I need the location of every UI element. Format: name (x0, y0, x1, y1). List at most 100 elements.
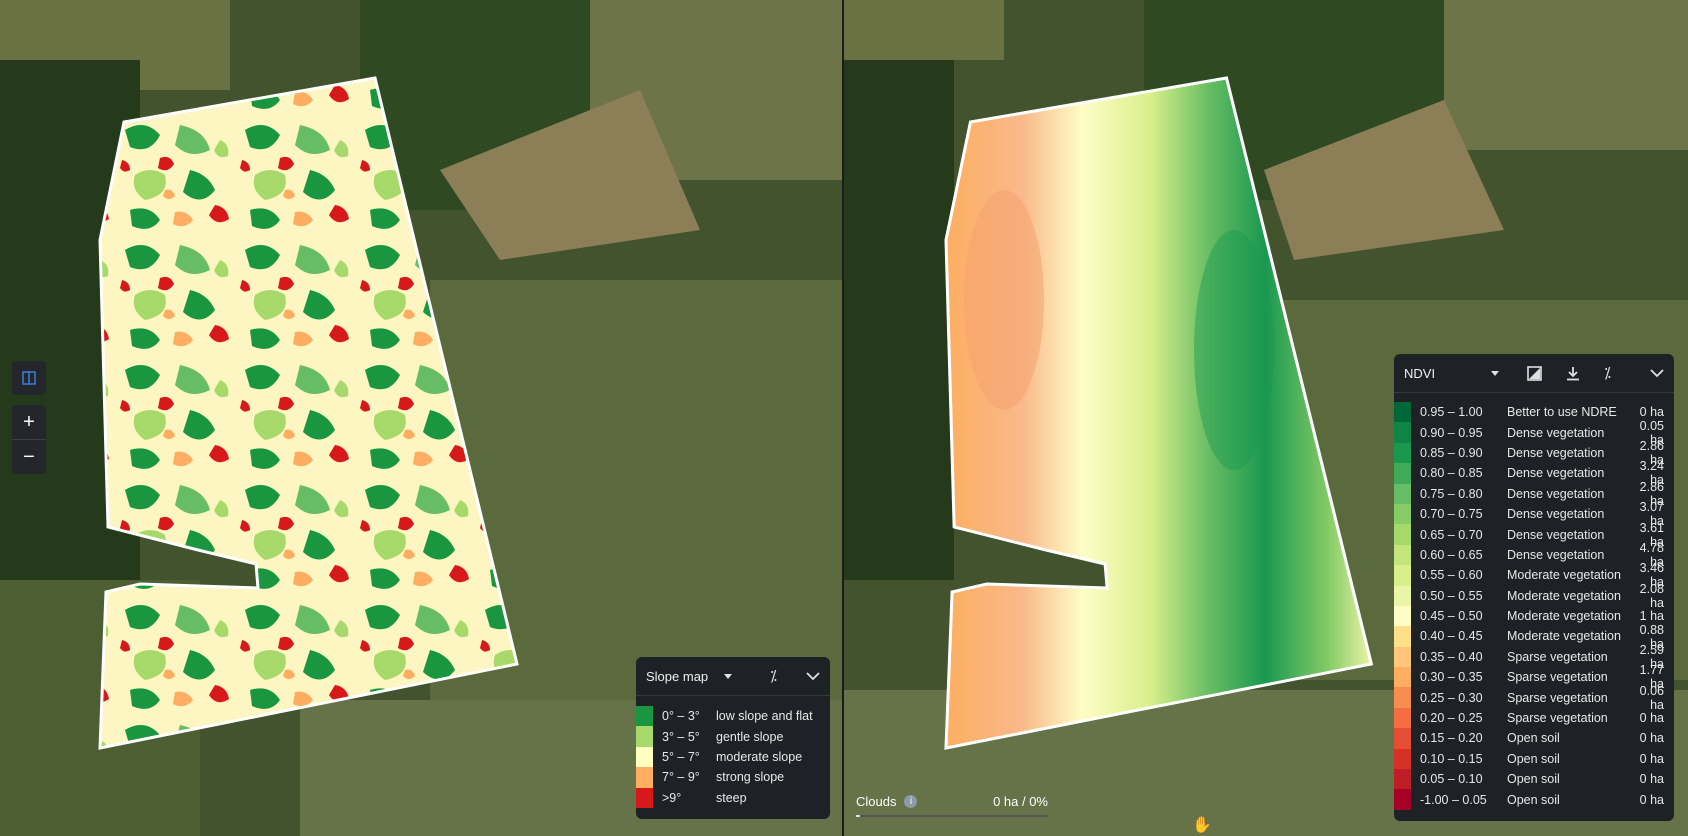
info-icon[interactable]: i (904, 795, 918, 808)
legend-label: gentle slope (716, 729, 784, 744)
legend-range: 0.65 – 0.70 (1420, 527, 1483, 542)
download-icon[interactable] (1566, 366, 1580, 381)
legend-range: -1.00 – 0.05 (1420, 792, 1487, 807)
legend-row: 0.25 – 0.30 Sparse vegetation 0.06 ha (1394, 684, 1674, 712)
legend-label: Moderate vegetation (1507, 588, 1621, 603)
legend-swatch (1394, 626, 1411, 647)
legend-swatch (1394, 769, 1411, 790)
legend-range: 0.15 – 0.20 (1420, 731, 1483, 746)
legend-row: 0.85 – 0.90 Dense vegetation 2.86 ha (1394, 439, 1674, 467)
legend-row: 0.90 – 0.95 Dense vegetation 0.05 ha (1394, 419, 1674, 447)
legend-row: 3° – 5° gentle slope (636, 726, 830, 747)
legend-row: 0.20 – 0.25 Sparse vegetation 0 ha (1394, 707, 1674, 729)
legend-range: 0.50 – 0.55 (1420, 588, 1483, 603)
clouds-filter[interactable]: Clouds i 0 ha / 0% (856, 794, 1048, 817)
legend-row: -1.00 – 0.05 Open soil 0 ha (1394, 789, 1674, 810)
legend-label: Dense vegetation (1507, 486, 1605, 501)
zoom-in-button[interactable]: + (12, 405, 46, 439)
collapse-chevron-icon[interactable] (1650, 368, 1664, 378)
legend-label: Sparse vegetation (1507, 690, 1608, 705)
legend-swatch (1394, 422, 1411, 443)
legend-label: steep (716, 790, 747, 805)
clouds-slider[interactable] (856, 815, 1048, 817)
legend-swatch (1394, 463, 1411, 484)
legend-swatch (1394, 402, 1411, 423)
legend-swatch (1394, 707, 1411, 729)
legend-swatch (1394, 789, 1411, 810)
legend-range: 5° – 7° (662, 749, 700, 764)
legend-label: Moderate vegetation (1507, 568, 1621, 583)
hand-cursor-icon: ✋ (1192, 817, 1212, 834)
legend-range: >9° (662, 790, 682, 805)
legend-label: strong slope (716, 770, 785, 785)
legend-label: Dense vegetation (1507, 527, 1605, 542)
legend-range: 0.90 – 0.95 (1420, 425, 1483, 440)
legend-label: Open soil (1507, 792, 1560, 807)
legend-label: Open soil (1507, 772, 1560, 787)
legend-range: 0.75 – 0.80 (1420, 486, 1483, 501)
legend-row: >9° steep (636, 787, 830, 808)
legend-range: 0.20 – 0.25 (1420, 711, 1483, 726)
legend-swatch (636, 726, 653, 747)
legend-swatch (636, 706, 653, 727)
legend-swatch (636, 746, 653, 768)
clouds-label: Clouds (856, 794, 897, 809)
clouds-value: 0 ha / 0% (993, 794, 1048, 809)
legend-range: 0.70 – 0.75 (1420, 507, 1483, 522)
legend-swatch (1394, 524, 1411, 545)
percent-icon[interactable]: ⁒ (770, 667, 777, 685)
legend-row: 0.45 – 0.50 Moderate vegetation 1 ha (1394, 605, 1674, 627)
legend-range: 0.45 – 0.50 (1420, 609, 1483, 624)
percent-icon[interactable]: ⁒ (1604, 364, 1611, 382)
legend-row: 0.35 – 0.40 Sparse vegetation 2.59 ha (1394, 643, 1674, 671)
legend-swatch (1394, 728, 1411, 749)
legend-swatch (1394, 483, 1411, 504)
ndvi-legend-panel: NDVI ⁒ 0.95 – 1.00 Better to use NDRE 0 ha… (1394, 354, 1674, 821)
legend-swatch (1394, 565, 1411, 586)
legend-row: 0.05 – 0.10 Open soil 0 ha (1394, 769, 1674, 790)
legend-area: 0 ha (1639, 751, 1664, 766)
legend-label: Better to use NDRE (1507, 405, 1617, 420)
zoom-out-button[interactable]: − (12, 439, 46, 474)
legend-range: 0.10 – 0.15 (1420, 751, 1483, 766)
split-view-icon[interactable] (12, 361, 46, 395)
legend-swatch (1394, 544, 1411, 566)
legend-label: Sparse vegetation (1507, 649, 1608, 664)
chevron-down-icon[interactable] (1491, 370, 1500, 376)
legend-range: 0.05 – 0.10 (1420, 772, 1483, 787)
legend-title: Slope map (646, 668, 709, 684)
image-icon[interactable] (1527, 365, 1542, 381)
legend-swatch (1394, 605, 1411, 627)
legend-swatch (1394, 585, 1411, 606)
legend-row: 0.55 – 0.60 Moderate vegetation 3.46 ha (1394, 561, 1674, 589)
ndvi-map-view[interactable]: NDVI ⁒ 0.95 – 1.00 Better to use NDRE 0 ha… (844, 0, 1688, 836)
legend-label: low slope and flat (716, 709, 813, 724)
legend-range: 7° – 9° (662, 770, 700, 785)
legend-label: Sparse vegetation (1507, 711, 1608, 726)
legend-title: NDVI (1404, 365, 1436, 381)
legend-row: 0.70 – 0.75 Dense vegetation 3.07 ha (1394, 500, 1674, 528)
chevron-down-icon[interactable] (724, 673, 733, 679)
legend-row: 0.95 – 1.00 Better to use NDRE 0 ha (1394, 402, 1674, 423)
legend-range: 0.25 – 0.30 (1420, 690, 1483, 705)
legend-label: Dense vegetation (1507, 547, 1605, 562)
legend-range: 3° – 5° (662, 729, 700, 744)
legend-row: 0.30 – 0.35 Sparse vegetation 1.77 ha (1394, 663, 1674, 691)
legend-row: 0.80 – 0.85 Dense vegetation 3.24 ha (1394, 459, 1674, 487)
legend-row: 0.60 – 0.65 Dense vegetation 4.78 ha (1394, 541, 1674, 569)
legend-range: 0.60 – 0.65 (1420, 547, 1483, 562)
legend-range: 0.80 – 0.85 (1420, 466, 1483, 481)
legend-swatch (636, 767, 653, 788)
legend-range: 0.95 – 1.00 (1420, 405, 1483, 420)
legend-row: 0.10 – 0.15 Open soil 0 ha (1394, 748, 1674, 770)
legend-range: 0° – 3° (662, 709, 700, 724)
legend-label: Sparse vegetation (1507, 670, 1608, 685)
legend-label: Dense vegetation (1507, 507, 1605, 522)
legend-range: 0.40 – 0.45 (1420, 629, 1483, 644)
legend-swatch (1394, 748, 1411, 770)
legend-label: Dense vegetation (1507, 466, 1605, 481)
legend-label: Moderate vegetation (1507, 609, 1621, 624)
legend-swatch (636, 787, 653, 808)
collapse-chevron-icon[interactable] (806, 671, 820, 681)
slope-map-view[interactable]: + − Slope map ⁒ 0° – 3° low slope and fla… (0, 0, 842, 836)
